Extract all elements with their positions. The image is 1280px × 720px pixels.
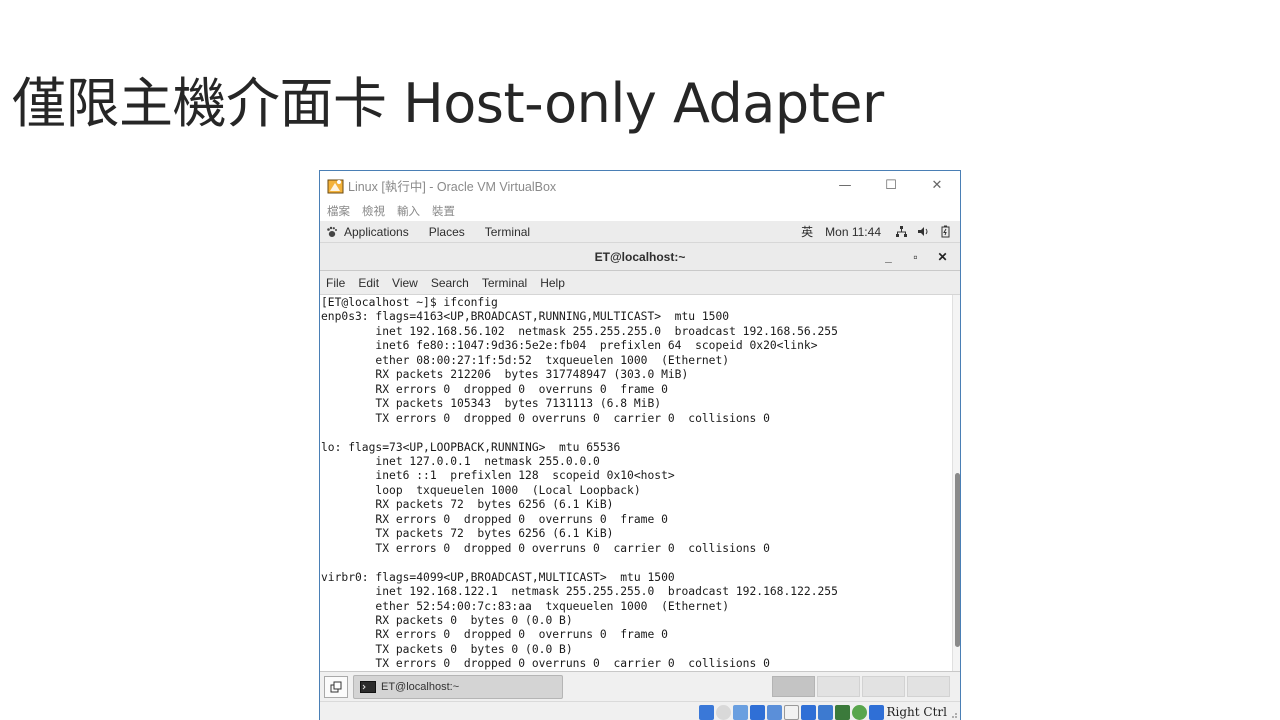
terminal-menu-edit[interactable]: Edit <box>358 276 379 290</box>
mouse-integration-icon[interactable] <box>851 704 867 720</box>
window-title: Linux [執行中] - Oracle VM VirtualBox <box>348 180 557 194</box>
terminal-menu-view[interactable]: View <box>392 276 418 290</box>
input-method-indicator[interactable]: 英 <box>801 223 813 240</box>
workspace-switcher <box>770 676 950 697</box>
terminal-menu[interactable]: Terminal <box>485 225 530 239</box>
taskbar-item-terminal[interactable]: ET@localhost:~ <box>353 674 563 699</box>
terminal-menubar: File Edit View Search Terminal Help <box>320 271 960 295</box>
gnome-tray: 英 Mon 11:44 <box>789 221 952 242</box>
close-button[interactable]: ✕ <box>914 171 960 200</box>
terminal-menu-help[interactable]: Help <box>540 276 565 290</box>
terminal-scrollbar[interactable] <box>952 295 960 671</box>
resize-grip-icon[interactable] <box>950 705 958 719</box>
workspace-3[interactable] <box>862 676 905 697</box>
show-desktop-button[interactable] <box>324 675 348 698</box>
gnome-foot-icon <box>327 226 337 237</box>
usb-icon[interactable] <box>766 704 782 720</box>
volume-icon[interactable] <box>917 225 930 238</box>
workspace-1[interactable] <box>772 676 815 697</box>
terminal-maximize-button[interactable]: ▫ <box>902 250 929 264</box>
taskbar-item-label: ET@localhost:~ <box>381 680 460 693</box>
host-key-label: Right Ctrl <box>886 705 948 719</box>
terminal-output: [ET@localhost ~]$ ifconfig enp0s3: flags… <box>321 296 838 671</box>
applications-label: Applications <box>344 224 409 239</box>
shared-folders-icon[interactable] <box>783 704 799 720</box>
gnome-top-bar: Applications Places Terminal 英 Mon 11:44 <box>320 221 960 242</box>
terminal-output-area[interactable]: [ET@localhost ~]$ ifconfig enp0s3: flags… <box>320 295 952 671</box>
workspace-2[interactable] <box>817 676 860 697</box>
video-capture-icon[interactable] <box>817 704 833 720</box>
terminal-titlebar: ET@localhost:~ _ ▫ ✕ <box>320 242 960 271</box>
clock[interactable]: Mon 11:44 <box>825 225 881 239</box>
window-controls: — ☐ ✕ <box>822 171 960 200</box>
scrollbar-thumb[interactable] <box>955 473 960 647</box>
terminal-icon <box>360 680 376 693</box>
show-desktop-icon <box>330 681 342 692</box>
slide-title: 僅限主機介面卡 Host-only Adapter <box>12 72 884 135</box>
virtualbox-window: Linux [執行中] - Oracle VM VirtualBox — ☐ ✕… <box>319 170 961 720</box>
battery-icon[interactable] <box>939 225 952 238</box>
network-icon[interactable] <box>895 225 908 238</box>
keyboard-capture-icon[interactable] <box>868 704 884 720</box>
vbox-titlebar: Linux [執行中] - Oracle VM VirtualBox — ☐ ✕ <box>320 171 960 200</box>
maximize-button[interactable]: ☐ <box>868 171 914 200</box>
gnome-bottom-taskbar: ET@localhost:~ <box>320 671 960 701</box>
minimize-button[interactable]: — <box>822 171 868 200</box>
display-icon[interactable] <box>800 704 816 720</box>
network-adapter-icon[interactable] <box>749 704 765 720</box>
applications-menu[interactable]: Applications <box>326 225 429 239</box>
hard-disk-icon[interactable] <box>698 704 714 720</box>
vbox-menu-devices[interactable]: 裝置 <box>432 203 455 219</box>
cpu-activity-icon[interactable] <box>834 704 850 720</box>
terminal-close-button[interactable]: ✕ <box>929 250 956 264</box>
vbox-menu-input[interactable]: 輸入 <box>397 203 420 219</box>
terminal-menu-terminal[interactable]: Terminal <box>482 276 527 290</box>
vbox-status-icons: Right Ctrl <box>697 703 959 720</box>
terminal-minimize-button[interactable]: _ <box>875 250 902 264</box>
vbox-menu-file[interactable]: 檔案 <box>327 203 350 219</box>
terminal-menu-file[interactable]: File <box>326 276 345 290</box>
terminal-title: ET@localhost:~ <box>594 249 686 264</box>
vbox-statusbar: Right Ctrl <box>320 701 960 720</box>
workspace-4[interactable] <box>907 676 950 697</box>
places-menu[interactable]: Places <box>429 225 465 239</box>
vbox-menubar: 檔案 檢視 輸入 裝置 <box>320 200 960 221</box>
audio-icon[interactable] <box>732 704 748 720</box>
terminal-window-controls: _ ▫ ✕ <box>875 243 956 271</box>
vbox-menu-view[interactable]: 檢視 <box>362 203 385 219</box>
virtualbox-logo-icon <box>327 179 344 194</box>
optical-drive-icon[interactable] <box>715 704 731 720</box>
terminal-menu-search[interactable]: Search <box>431 276 469 290</box>
